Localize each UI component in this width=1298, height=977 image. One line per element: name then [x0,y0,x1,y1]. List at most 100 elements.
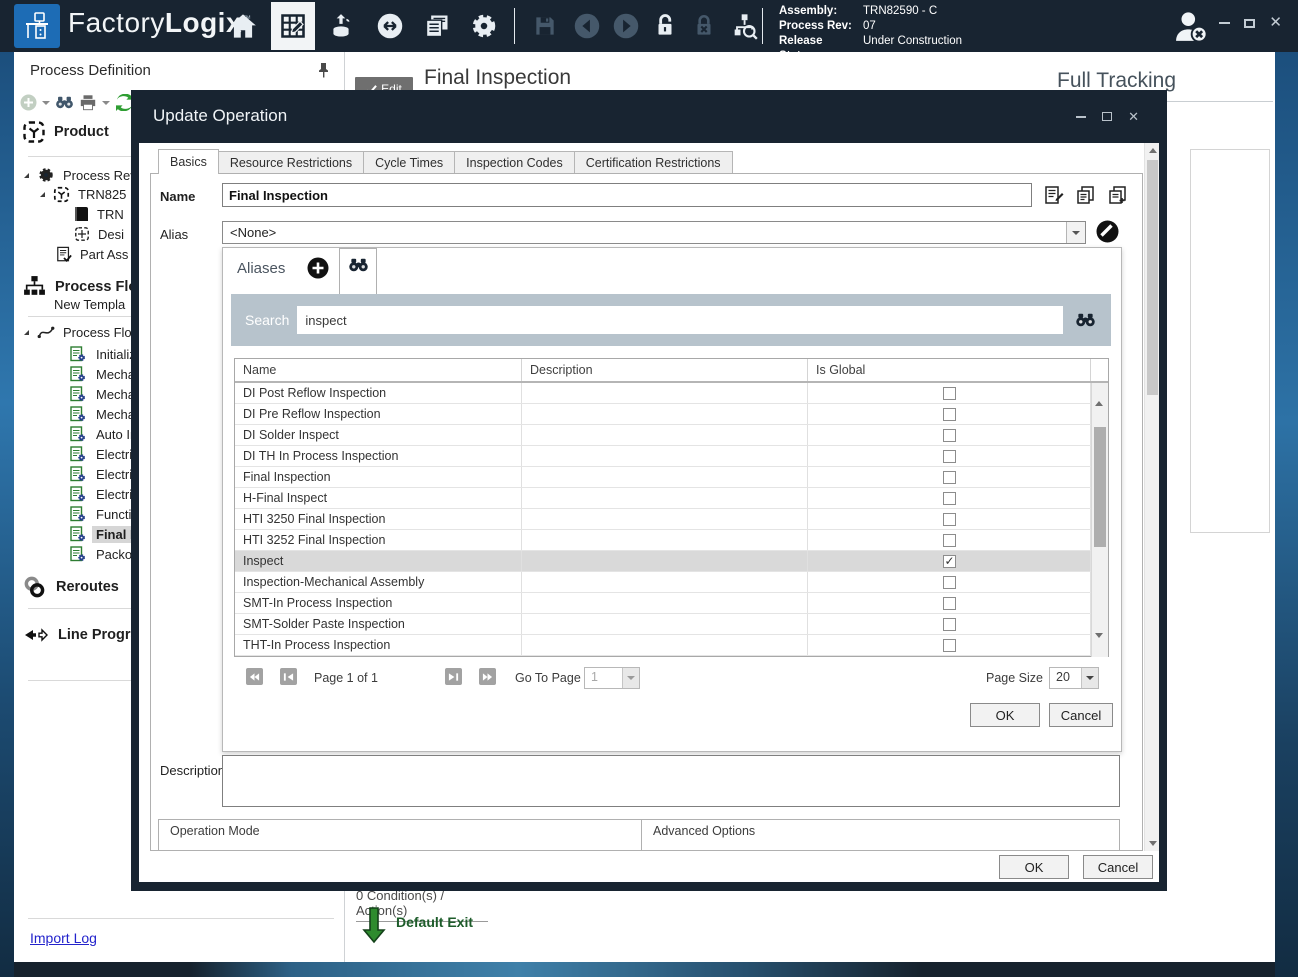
sidebar-item-process-flows[interactable]: Process Flo [22,274,137,299]
sync-icon[interactable] [368,2,412,50]
search-binoculars-icon[interactable] [1075,313,1096,327]
is-global-checkbox[interactable] [943,618,956,631]
is-global-checkbox[interactable] [943,387,956,400]
scroll-up-icon[interactable] [1145,143,1160,158]
tab-certification-restrictions[interactable]: Certification Restrictions [574,151,733,174]
window-minimize-button[interactable] [1219,22,1230,24]
add-dropdown-caret-icon[interactable] [42,101,50,105]
paste-append-icon[interactable] [1108,185,1128,205]
page-size-combobox[interactable]: 20 [1049,667,1099,689]
scroll-down-icon[interactable] [1095,638,1103,656]
data-import-icon[interactable] [319,2,363,50]
add-icon[interactable] [20,94,37,111]
tree-item-process-rev[interactable]: Process Rev [24,166,137,184]
scroll-up-icon[interactable] [1095,384,1103,402]
is-global-checkbox[interactable] [943,471,956,484]
add-alias-icon[interactable] [307,257,329,279]
alias-search-tab[interactable] [339,248,377,294]
tree-item-design[interactable]: Desi [74,226,124,242]
import-log-link[interactable]: Import Log [30,930,97,946]
scrollbar-thumb[interactable] [1147,160,1158,395]
expander-icon[interactable] [24,173,29,178]
pin-icon[interactable] [317,62,330,78]
edit-list-icon[interactable] [1044,185,1064,205]
column-header-description[interactable]: Description [522,359,808,381]
alias-table-row[interactable]: HTI 3252 Final Inspection [235,530,1108,551]
tree-item-process-flow-root[interactable]: Process Flow [24,324,141,340]
page-size-dropdown-icon[interactable] [1081,668,1098,688]
expander-icon[interactable] [40,192,45,197]
copy-icon[interactable] [1076,185,1096,205]
alias-table-row[interactable]: DI Pre Reflow Inspection [235,404,1108,425]
is-global-checkbox[interactable] [943,639,956,652]
settings-gear-icon[interactable] [462,2,506,50]
window-maximize-button[interactable] [1244,19,1255,28]
alias-table-row[interactable]: SMT-Solder Paste Inspection [235,614,1108,635]
sidebar-item-reroutes[interactable]: Reroutes [22,574,119,600]
print-icon[interactable] [79,94,97,111]
scroll-down-icon[interactable] [1145,836,1160,851]
goto-page-combobox[interactable]: 1 [584,667,640,689]
alias-table-scrollbar[interactable] [1091,383,1108,657]
previous-page-icon[interactable] [280,668,297,685]
first-page-icon[interactable] [246,668,263,685]
sidebar-item-product[interactable]: Product [22,120,109,144]
is-global-checkbox[interactable] [943,450,956,463]
print-dropdown-caret-icon[interactable] [102,101,110,105]
column-header-name[interactable]: Name [235,359,522,381]
last-page-icon[interactable] [479,668,496,685]
clear-alias-icon[interactable] [1096,220,1119,243]
is-global-checkbox[interactable] [943,429,956,442]
dialog-maximize-button[interactable] [1102,112,1112,121]
tab-resource-restrictions[interactable]: Resource Restrictions [218,151,364,174]
alias-table-row[interactable]: Inspect [235,551,1108,572]
sidebar-item-new-template[interactable]: New Templa [54,297,125,312]
aliases-ok-button[interactable]: OK [970,703,1040,727]
tab-cycle-times[interactable]: Cycle Times [363,151,455,174]
alias-table-row[interactable]: H-Final Inspect [235,488,1108,509]
column-header-is-global[interactable]: Is Global [808,359,1091,381]
is-global-checkbox[interactable] [943,513,956,526]
alias-table-row[interactable]: Final Inspection [235,467,1108,488]
unlock-icon[interactable] [643,2,687,50]
is-global-checkbox[interactable] [943,555,956,568]
description-input[interactable] [222,755,1120,807]
process-flow-search-icon[interactable] [722,2,766,50]
back-icon[interactable] [565,2,609,50]
is-global-checkbox[interactable] [943,576,956,589]
dialog-cancel-button[interactable]: Cancel [1083,855,1153,879]
name-input[interactable] [222,183,1032,207]
alias-table-row[interactable]: DI Post Reflow Inspection [235,383,1108,404]
window-close-button[interactable]: ✕ [1269,18,1282,28]
tab-basics[interactable]: Basics [158,149,219,174]
process-editor-icon[interactable] [271,2,315,50]
alias-dropdown-button[interactable] [1066,222,1085,243]
is-global-checkbox[interactable] [943,492,956,505]
search-binoculars-icon[interactable] [55,96,74,109]
tree-item-part-assembly[interactable]: Part Ass [56,246,128,263]
is-global-checkbox[interactable] [943,408,956,421]
alias-table-row[interactable]: THT-In Process Inspection [235,635,1108,656]
alias-table-row[interactable]: DI TH In Process Inspection [235,446,1108,467]
alias-table-row[interactable]: DI Solder Inspect [235,425,1108,446]
goto-dropdown-icon[interactable] [622,668,639,688]
alias-table-row[interactable]: HTI 3250 Final Inspection [235,509,1108,530]
alias-table-row[interactable]: SMT-In Process Inspection [235,593,1108,614]
user-logout-icon[interactable] [1172,8,1210,44]
sidebar-item-line-program[interactable]: Line Progra [22,624,139,646]
home-icon[interactable] [221,2,265,50]
dialog-close-button[interactable]: ✕ [1128,112,1139,121]
expander-icon[interactable] [24,330,29,335]
tree-item-trn825[interactable]: TRN825 [40,186,126,203]
dialog-scrollbar[interactable] [1144,143,1159,851]
aliases-cancel-button[interactable]: Cancel [1049,703,1113,727]
tab-inspection-codes[interactable]: Inspection Codes [454,151,575,174]
documents-icon[interactable] [415,2,459,50]
default-exit[interactable]: Default Exit [362,906,473,944]
alias-table-row[interactable]: Inspection-Mechanical Assembly [235,572,1108,593]
forward-icon[interactable] [604,2,648,50]
dialog-minimize-button[interactable] [1076,116,1086,118]
alias-combobox[interactable]: <None> [222,221,1086,244]
alias-search-input[interactable] [297,306,1063,334]
lock-denied-icon[interactable] [682,2,726,50]
